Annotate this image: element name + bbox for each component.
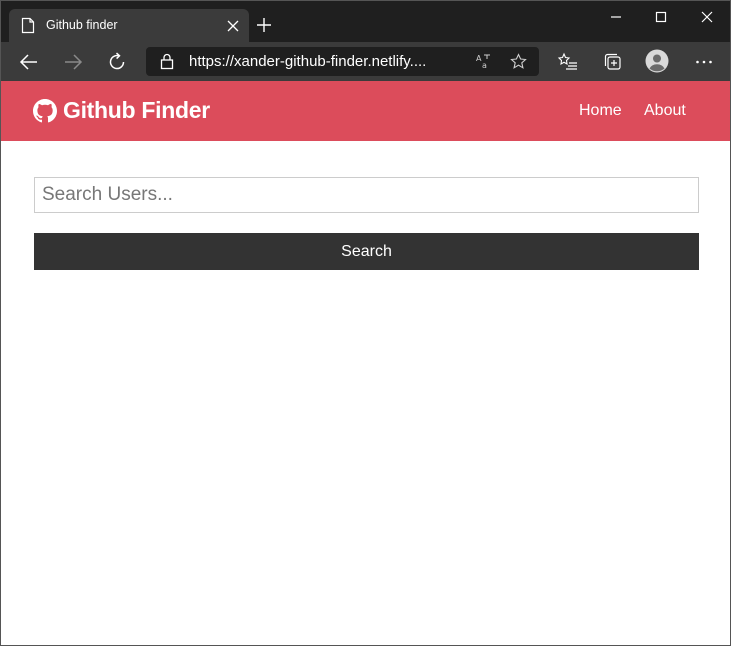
page-icon — [21, 17, 35, 34]
arrow-right-icon[interactable] — [62, 51, 84, 73]
arrow-left-icon[interactable] — [18, 51, 40, 73]
github-icon — [33, 98, 57, 122]
profile-avatar-icon[interactable] — [645, 49, 669, 73]
tab-github-finder[interactable]: Github finder — [9, 9, 249, 42]
reload-icon[interactable] — [106, 51, 128, 73]
favorites-list-icon[interactable] — [557, 51, 579, 73]
svg-text:a: a — [482, 61, 487, 70]
window-close-icon[interactable] — [697, 7, 717, 27]
star-icon[interactable] — [510, 53, 527, 70]
read-aloud-icon[interactable]: A a — [475, 53, 491, 70]
app-navbar: Github Finder Home About — [1, 81, 730, 141]
browser-window: Github finder https://xander-github-find… — [0, 0, 731, 646]
url-text[interactable]: https://xander-github-finder.netlify.... — [189, 53, 426, 70]
collections-icon[interactable] — [602, 51, 624, 73]
search-button[interactable]: Search — [34, 233, 699, 270]
lock-icon[interactable] — [160, 53, 174, 70]
brand-title: Github Finder — [63, 97, 210, 123]
maximize-icon[interactable] — [651, 7, 671, 27]
address-bar[interactable]: https://xander-github-finder.netlify....… — [146, 47, 539, 76]
close-icon[interactable] — [226, 19, 240, 33]
plus-icon[interactable] — [256, 17, 272, 33]
search-users-input[interactable] — [34, 177, 699, 213]
tab-title: Github finder — [46, 18, 118, 32]
minimize-icon[interactable] — [606, 7, 626, 27]
tab-strip: Github finder — [1, 1, 730, 42]
browser-toolbar: https://xander-github-finder.netlify....… — [1, 42, 730, 81]
nav-link-home[interactable]: Home — [579, 102, 622, 120]
nav-link-about[interactable]: About — [644, 102, 686, 120]
brand-logo-link[interactable]: Github Finder — [33, 97, 210, 124]
more-dots-icon[interactable] — [693, 51, 715, 73]
